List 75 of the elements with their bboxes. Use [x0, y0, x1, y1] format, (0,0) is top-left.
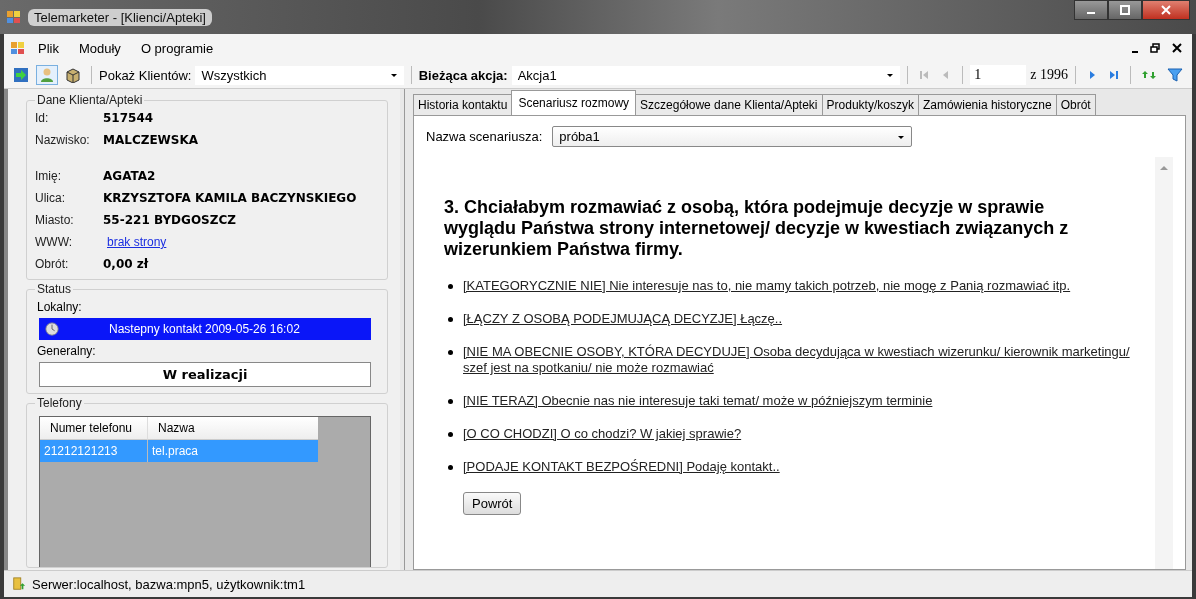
page-field[interactable]: 1: [970, 65, 1027, 85]
clients-dropdown[interactable]: Wszystkich: [195, 65, 404, 85]
tab[interactable]: Produkty/koszyk: [821, 94, 919, 115]
action-label: Bieżąca akcja:: [418, 67, 508, 83]
local-status-label: Lokalny:: [36, 299, 83, 316]
field-value: AGATA2: [103, 169, 156, 183]
scenario-label: Nazwa scenariusza:: [426, 129, 543, 144]
group-title: Telefony: [36, 396, 83, 410]
action-dropdown[interactable]: Akcja1: [511, 65, 901, 85]
close-icon: [1161, 5, 1171, 15]
answer-link[interactable]: [O CO CHODZI] O co chodzi? W jakiej sprawie?: [463, 426, 742, 442]
close-button[interactable]: [1142, 0, 1190, 20]
close-icon: [1172, 42, 1182, 53]
next-contact-text: Nastepny kontakt 2009-05-26 16:02: [109, 322, 300, 336]
question-text: 3. Chciałabym rozmawiać z osobą, która podejmuje decyzje w sprawie wyglądu Państwa strony internetowej/ decyzje w kwestiach związanych z wizerunkiem Państwa firmy.: [444, 197, 1070, 260]
bullet-icon: [448, 317, 453, 322]
website-link[interactable]: brak strony: [107, 235, 167, 249]
tab[interactable]: Scenariusz rozmowy: [511, 90, 637, 115]
clock-icon: [45, 322, 59, 336]
caret-icon: [389, 71, 398, 79]
column-header[interactable]: Numer telefonu: [40, 417, 148, 440]
field-label: Obrót:: [35, 257, 70, 271]
answer-link[interactable]: [NIE MA OBECNIE OSOBY, KTÓRA DECYDUJE] Osoba decydująca w kwestiach wizerunku/ kierownik marketingu/ szef jest na spotkaniu/ nie może rozmawiać: [463, 344, 1141, 376]
bullet-icon: [448, 350, 453, 355]
bullet-icon: [448, 284, 453, 289]
field-label: WWW:: [35, 235, 74, 249]
field-label: Ulica:: [35, 191, 66, 205]
page-total: z 1996: [1030, 67, 1068, 83]
field-value: KRZYSZTOFA KAMILA BACZYNSKIEGO: [103, 191, 357, 205]
field-label: Id:: [35, 111, 50, 125]
menu-item[interactable]: O programie: [132, 38, 222, 58]
scrollbar[interactable]: [1155, 157, 1173, 569]
field-label: Nazwisko:: [35, 133, 91, 147]
bullet-icon: [448, 432, 453, 437]
answer-link[interactable]: [KATEGORYCZNIE NIE] Nie interesuje nas to, nie mamy takich potrzeb, nie mogę z Panią rozmawiać itp.: [463, 278, 1071, 294]
database-icon: [12, 577, 26, 591]
general-status-value: W realizacji: [39, 362, 371, 387]
bullet-icon: [448, 465, 453, 470]
tab[interactable]: Zamówienia historyczne: [917, 94, 1057, 115]
general-status-label: Generalny:: [36, 343, 97, 360]
column-header[interactable]: Nazwa: [148, 417, 318, 440]
table-cell-text: tel.praca: [151, 443, 200, 460]
app-icon: [6, 9, 22, 25]
scroll-up-icon: [1160, 165, 1168, 171]
restore-icon: [1150, 42, 1160, 53]
minimize-button[interactable]: [1074, 0, 1108, 20]
answer-link[interactable]: [PODAJE KONTAKT BEZPOŚREDNI] Podaję kontakt..: [463, 459, 780, 475]
app-icon: [10, 40, 26, 56]
minimize-icon: [1086, 12, 1096, 14]
caret-icon: [886, 71, 895, 79]
minimize-icon: [1132, 50, 1138, 53]
maximize-icon: [1120, 5, 1130, 15]
scenario-dropdown[interactable]: próba1: [552, 126, 913, 147]
field-label: Imię:: [35, 169, 62, 183]
bullet-icon: [448, 399, 453, 404]
menu-item[interactable]: Moduły: [70, 38, 129, 58]
tab[interactable]: Obrót: [1055, 94, 1096, 115]
group-title: Dane Klienta/Apteki: [36, 93, 144, 107]
field-value: MALCZEWSKA: [103, 133, 199, 147]
table-cell: 21212121213: [40, 440, 148, 462]
show-clients-label: Pokaż Klientów:: [99, 67, 192, 83]
field-value: 55-221 BYDGOSZCZ: [103, 213, 236, 227]
group-title: Status: [36, 282, 73, 296]
status-text: Serwer:localhost, bazwa:mpn5, użytkownik:tm1: [32, 576, 306, 592]
maximize-button[interactable]: [1108, 0, 1142, 20]
back-button[interactable]: Powrót: [463, 492, 522, 515]
tab[interactable]: Szczegółowe dane Klienta/Apteki: [635, 94, 823, 115]
field-value: 0,00 zł: [103, 257, 149, 271]
menu-item[interactable]: Plik: [30, 38, 67, 58]
answer-link[interactable]: [ŁĄCZY Z OSOBĄ PODEJMUJĄCĄ DECYZJE] Łączę..: [463, 311, 783, 327]
field-label: Miasto:: [35, 213, 75, 227]
window-title: Telemarketer - [Klienci/Apteki]: [28, 8, 212, 26]
field-value: 517544: [103, 111, 154, 125]
tab[interactable]: Historia kontaktu: [413, 94, 513, 115]
answer-link[interactable]: [NIE TERAZ] Obecnie nas nie interesuje taki temat/ może w późniejszym terminie: [463, 393, 933, 409]
